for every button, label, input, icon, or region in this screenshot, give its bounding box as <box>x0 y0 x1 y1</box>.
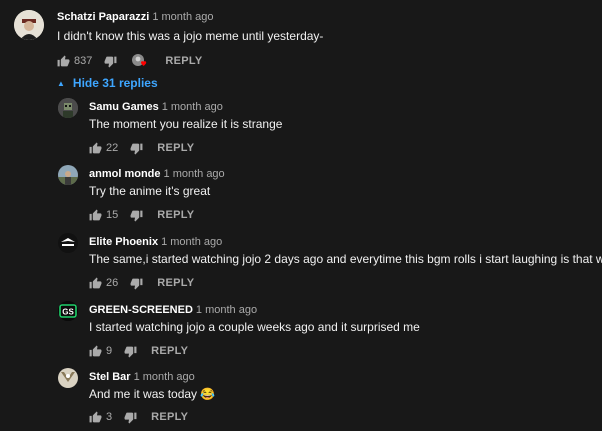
comment-actions: 26 REPLY <box>89 275 194 291</box>
comment-actions: 9 REPLY <box>89 343 188 359</box>
top-comment: Schatzi Paparazzi 1 month ago I didn't kn… <box>0 0 602 72</box>
comment-timestamp[interactable]: 1 month ago <box>161 236 222 248</box>
user-avatar-icon <box>14 10 44 40</box>
comment-actions: 837 REPLY <box>57 53 203 69</box>
comment-text: Try the anime it's great <box>89 184 211 198</box>
dislike-icon[interactable] <box>124 345 137 358</box>
reply-comment: Samu Games 1 month ago The moment you rea… <box>0 98 602 158</box>
gs-logo-text: GS <box>62 308 74 317</box>
reply-button[interactable]: REPLY <box>157 142 194 154</box>
comment-header: GREEN-SCREENED 1 month ago <box>89 303 257 317</box>
comment-actions: 3 REPLY <box>89 409 188 425</box>
like-count: 9 <box>106 345 113 357</box>
user-avatar-icon <box>58 165 78 185</box>
comment-header: anmol monde 1 month ago <box>89 167 225 181</box>
hide-replies-toggle[interactable]: ▲ Hide 31 replies <box>57 76 158 90</box>
dislike-icon[interactable] <box>104 55 117 68</box>
like-count: 26 <box>106 277 119 289</box>
author-name[interactable]: Schatzi Paparazzi <box>57 11 149 23</box>
comment-text: The moment you realize it is strange <box>89 117 283 131</box>
dislike-icon[interactable] <box>130 142 143 155</box>
reply-avatar[interactable] <box>58 233 78 253</box>
like-count: 837 <box>74 55 93 67</box>
author-name[interactable]: Elite Phoenix <box>89 236 158 248</box>
comment-text: And me it was today 😂 <box>89 387 216 401</box>
dislike-icon[interactable] <box>124 411 137 424</box>
comment-header: Elite Phoenix 1 month ago <box>89 235 222 249</box>
comment-header: Stel Bar 1 month ago <box>89 370 195 384</box>
gs-logo-icon: GS <box>58 301 78 321</box>
comment-timestamp[interactable]: 1 month ago <box>152 11 213 23</box>
caret-up-icon: ▲ <box>57 78 65 88</box>
reply-button[interactable]: REPLY <box>157 209 194 221</box>
reply-button[interactable]: REPLY <box>157 277 194 289</box>
like-icon[interactable] <box>89 411 102 424</box>
reply-button[interactable]: REPLY <box>151 411 188 423</box>
dislike-icon[interactable] <box>130 277 143 290</box>
author-name[interactable]: Samu Games <box>89 101 159 113</box>
hide-replies-label: Hide 31 replies <box>72 76 158 90</box>
like-icon[interactable] <box>89 209 102 222</box>
reply-comment: Elite Phoenix 1 month ago The same,i star… <box>0 233 602 293</box>
like-icon[interactable] <box>89 142 102 155</box>
like-count: 3 <box>106 411 113 423</box>
dislike-icon[interactable] <box>130 209 143 222</box>
reply-comment: Stel Bar 1 month ago And me it was today … <box>0 368 602 428</box>
comment-text: I didn't know this was a jojo meme until… <box>57 29 324 43</box>
reply-avatar[interactable] <box>58 98 78 118</box>
comment-timestamp[interactable]: 1 month ago <box>196 304 257 316</box>
reply-avatar[interactable] <box>58 368 78 388</box>
comment-actions: 15 REPLY <box>89 207 194 223</box>
comment-text: I started watching jojo a couple weeks a… <box>89 320 420 334</box>
reply-comment: anmol monde 1 month ago Try the anime it'… <box>0 165 602 225</box>
comment-header: Samu Games 1 month ago <box>89 100 223 114</box>
like-icon[interactable] <box>89 277 102 290</box>
like-count: 15 <box>106 209 119 221</box>
like-count: 22 <box>106 142 119 154</box>
user-avatar-icon <box>58 98 78 118</box>
creator-heart-icon <box>131 53 149 69</box>
comment-text: The same,i started watching jojo 2 days … <box>89 252 602 266</box>
author-name[interactable]: GREEN-SCREENED <box>89 304 193 316</box>
author-name[interactable]: Stel Bar <box>89 371 131 383</box>
comment-header: Schatzi Paparazzi 1 month ago <box>57 10 213 24</box>
commenter-avatar[interactable] <box>14 10 44 40</box>
reply-avatar[interactable]: GS <box>58 301 78 321</box>
reply-comment: GS GREEN-SCREENED 1 month ago I started w… <box>0 301 602 361</box>
comment-timestamp[interactable]: 1 month ago <box>162 101 223 113</box>
user-avatar-icon <box>58 368 78 388</box>
reply-avatar[interactable] <box>58 165 78 185</box>
author-name[interactable]: anmol monde <box>89 168 161 180</box>
user-avatar-icon <box>58 233 78 253</box>
reply-button[interactable]: REPLY <box>165 55 202 67</box>
comment-timestamp[interactable]: 1 month ago <box>134 371 195 383</box>
reply-button[interactable]: REPLY <box>151 345 188 357</box>
comment-timestamp[interactable]: 1 month ago <box>164 168 225 180</box>
like-icon[interactable] <box>89 345 102 358</box>
comment-actions: 22 REPLY <box>89 140 194 156</box>
like-icon[interactable] <box>57 55 70 68</box>
